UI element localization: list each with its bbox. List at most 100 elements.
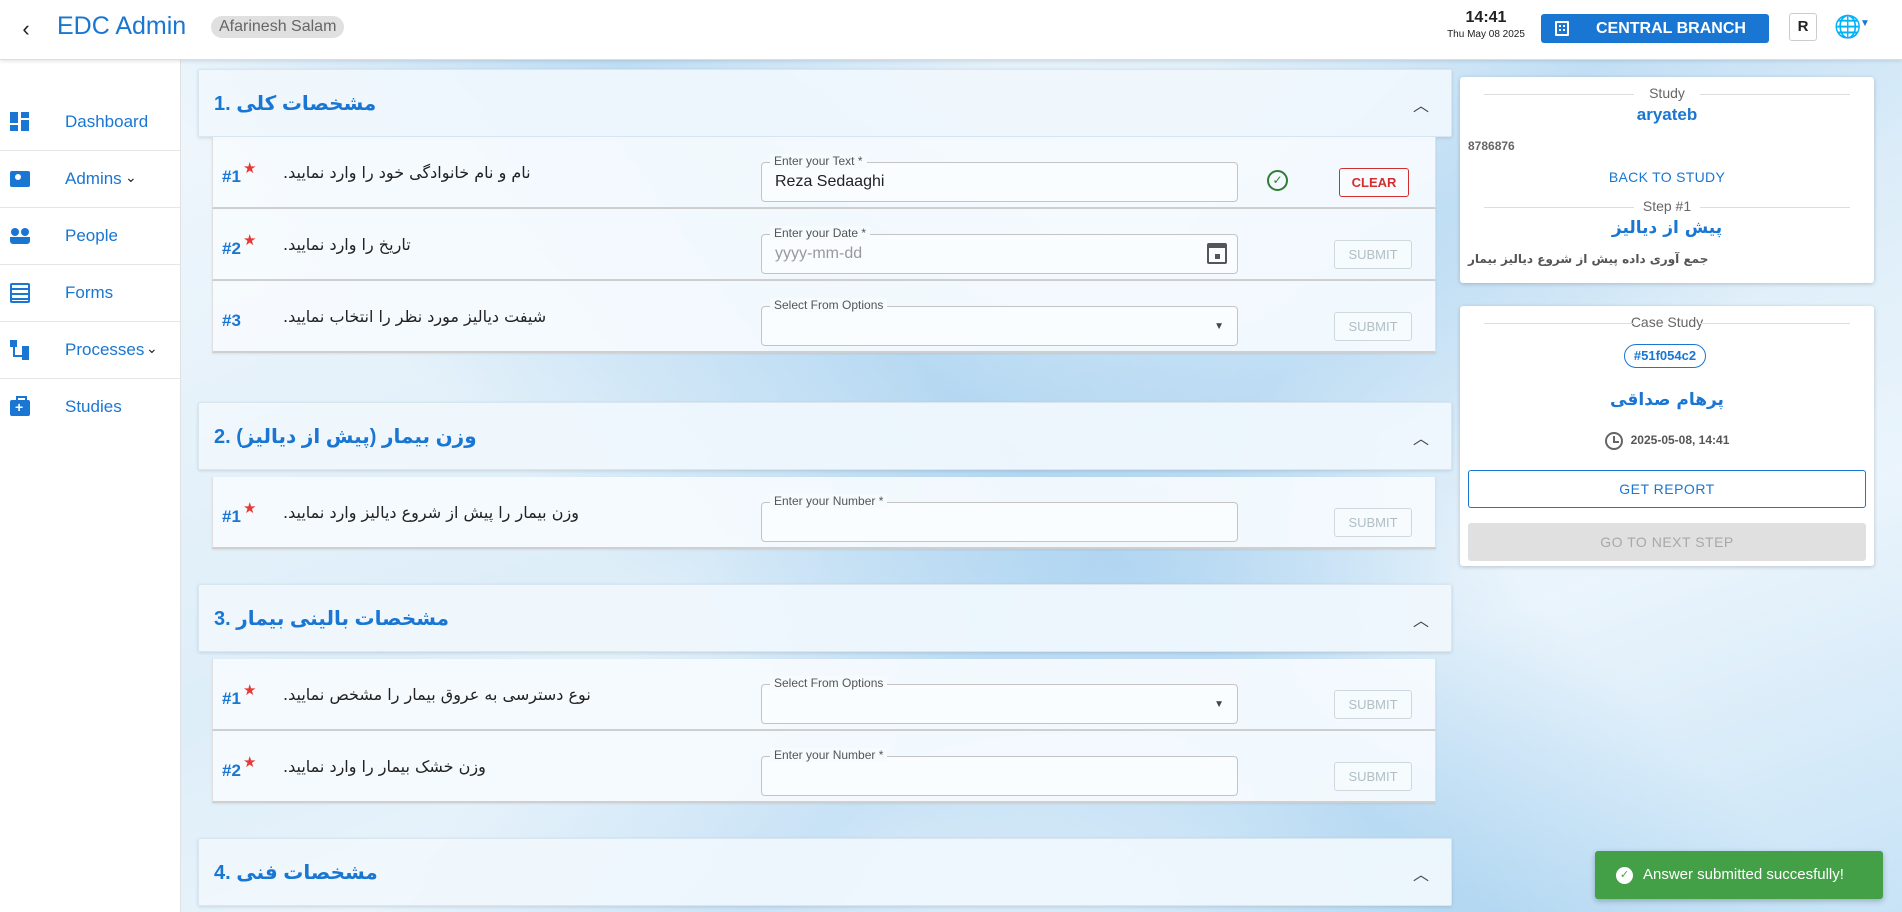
section-title: 1. مشخصات کلی <box>214 93 377 115</box>
sidebar-item-label: Studies <box>65 397 122 416</box>
chevron-up-icon[interactable]: ︿ <box>1413 92 1429 116</box>
section-title: 4. مشخصات فنی <box>214 862 378 884</box>
field-label: Enter your Number * <box>770 494 888 508</box>
sidebar-item-processes[interactable]: Processes ⌄ <box>0 322 180 379</box>
question-number: #1 <box>222 689 241 708</box>
step-label: Step #1 <box>1460 198 1874 214</box>
clock-time: 14:41 <box>1465 9 1507 26</box>
case-study-label: Case Study <box>1460 314 1874 330</box>
sidebar-item-label: Admins <box>65 169 122 188</box>
question-text: .نام و نام خانوادگی خود را وارد نمایید <box>283 163 531 182</box>
branch-button[interactable]: CENTRAL BRANCH <box>1541 14 1769 43</box>
form-section: 4. مشخصات فنی ︿ <box>198 838 1452 906</box>
study-label: Study <box>1460 85 1874 101</box>
processes-icon <box>10 340 30 360</box>
number-input[interactable]: Enter your Number * <box>761 494 1238 542</box>
r-button[interactable]: R <box>1789 13 1817 41</box>
dashboard-icon <box>10 112 30 132</box>
question-number: #2 <box>222 239 241 258</box>
text-input[interactable]: Enter your Text * Reza Sedaaghi <box>761 154 1238 202</box>
question-row: #2 ★ .تاریخ را وارد نمایید Enter your Da… <box>212 209 1436 281</box>
section-header[interactable]: 3. مشخصات بالینی بیمار ︿ <box>198 584 1452 652</box>
check-circle-icon: ✓ <box>1267 170 1288 191</box>
question-row: #1 ★ .وزن بیمار را پیش از شروع دیالیز وا… <box>212 477 1436 549</box>
chevron-left-icon[interactable]: ‹ <box>12 16 40 44</box>
sidebar-item-label: Dashboard <box>65 112 149 131</box>
chevron-up-icon[interactable]: ︿ <box>1413 607 1429 631</box>
sidebar: Dashboard Admins ⌄ People Forms Processe… <box>0 60 181 912</box>
admin-icon <box>10 171 30 187</box>
section-header[interactable]: 4. مشخصات فنی ︿ <box>198 838 1452 906</box>
sidebar-item-label: Processes <box>65 340 145 359</box>
history-icon <box>1604 432 1623 450</box>
required-star-icon: ★ <box>243 754 257 771</box>
field-label: Enter your Text * <box>770 154 867 168</box>
field-value[interactable]: Reza Sedaaghi <box>775 173 884 191</box>
sidebar-item-studies[interactable]: Studies <box>0 379 180 436</box>
select-input[interactable]: Select From Options ▼ <box>761 298 1238 346</box>
chevron-down-icon: ⌄ <box>125 169 137 185</box>
calendar-icon[interactable] <box>1207 243 1227 264</box>
field-label: Select From Options <box>770 298 888 312</box>
question-text: .وزن خشک بیمار را وارد نمایید <box>283 757 486 776</box>
sidebar-item-dashboard[interactable]: Dashboard <box>0 94 180 151</box>
question-row: #2 ★ .وزن خشک بیمار را وارد نمایید Enter… <box>212 731 1436 803</box>
study-name: aryateb <box>1636 105 1698 124</box>
get-report-button[interactable]: GET REPORT <box>1468 470 1866 508</box>
form-section: 3. مشخصات بالینی بیمار ︿ #1 ★ .نوع دسترس… <box>198 584 1452 803</box>
success-toast: ✓ Answer submitted succesfully! <box>1595 851 1883 899</box>
required-star-icon: ★ <box>243 232 257 249</box>
app-title: EDC Admin <box>57 12 187 40</box>
forms-icon <box>10 283 30 303</box>
study-id: 8786876 <box>1468 139 1515 153</box>
case-datetime: 2025-05-08, 14:41 <box>1630 433 1730 448</box>
back-to-study-link[interactable]: BACK TO STUDY <box>1460 169 1874 185</box>
number-input[interactable]: Enter your Number * <box>761 748 1238 796</box>
date-input[interactable]: Enter your Date * yyyy-mm-dd <box>761 226 1238 274</box>
field-label: Select From Options <box>770 676 888 690</box>
submit-button[interactable]: SUBMIT <box>1334 312 1412 341</box>
caret-down-icon: ▼ <box>1214 321 1224 332</box>
sidebar-item-admins[interactable]: Admins ⌄ <box>0 151 180 208</box>
patient-name: پرهام صداقی <box>1610 390 1724 410</box>
section-header[interactable]: 1. مشخصات کلی ︿ <box>198 69 1452 137</box>
form-section: 2. وزن بیمار (پیش از دیالیز) ︿ #1 ★ .وزن… <box>198 402 1452 549</box>
case-study-panel: Case Study #51f054c2 پرهام صداقی 2025-05… <box>1460 306 1874 566</box>
submit-button[interactable]: SUBMIT <box>1334 762 1412 791</box>
clear-button[interactable]: CLEAR <box>1339 168 1409 197</box>
sidebar-item-label: Forms <box>65 283 114 302</box>
submit-button[interactable]: SUBMIT <box>1334 690 1412 719</box>
field-label: Enter your Date * <box>770 226 871 240</box>
language-caret-icon[interactable]: ▼ <box>1860 18 1870 29</box>
check-circle-icon: ✓ <box>1616 867 1633 884</box>
study-panel: Study aryateb 8786876 BACK TO STUDY Step… <box>1460 77 1874 283</box>
case-datetime-row: 2025-05-08, 14:41 <box>1460 432 1874 450</box>
branch-label: CENTRAL BRANCH <box>1596 20 1746 37</box>
building-icon <box>1555 21 1569 36</box>
field-placeholder: yyyy-mm-dd <box>775 245 863 262</box>
globe-icon[interactable]: 🌐 <box>1834 16 1861 40</box>
submit-button[interactable]: SUBMIT <box>1334 240 1412 269</box>
required-star-icon: ★ <box>243 500 257 517</box>
sidebar-item-forms[interactable]: Forms <box>0 265 180 322</box>
question-row: #1 ★ .نوع دسترسی به عروق بیمار را مشخص ن… <box>212 659 1436 731</box>
question-number: #1 <box>222 507 241 526</box>
section-title: 2. وزن بیمار (پیش از دیالیز) <box>214 426 477 448</box>
main-content: 1. مشخصات کلی ︿ #1 ★ .نام و نام خانوادگی… <box>181 60 1902 912</box>
required-star-icon: ★ <box>243 682 257 699</box>
question-number: #3 <box>222 311 241 330</box>
question-number: #2 <box>222 761 241 780</box>
question-text: .وزن بیمار را پیش از شروع دیالیز وارد نم… <box>283 503 579 522</box>
people-icon <box>10 226 30 244</box>
chevron-up-icon[interactable]: ︿ <box>1413 425 1429 449</box>
sidebar-item-people[interactable]: People <box>0 208 180 265</box>
submit-button[interactable]: SUBMIT <box>1334 508 1412 537</box>
section-header[interactable]: 2. وزن بیمار (پیش از دیالیز) ︿ <box>198 402 1452 470</box>
select-input[interactable]: Select From Options ▼ <box>761 676 1238 724</box>
caret-down-icon: ▼ <box>1214 699 1224 710</box>
next-step-button: GO TO NEXT STEP <box>1468 523 1866 561</box>
chevron-down-icon: ⌄ <box>146 340 158 356</box>
field-label: Enter your Number * <box>770 748 888 762</box>
question-text: .شیفت دیالیز مورد نظر را انتخاب نمایید <box>283 307 547 326</box>
chevron-up-icon[interactable]: ︿ <box>1413 861 1429 885</box>
